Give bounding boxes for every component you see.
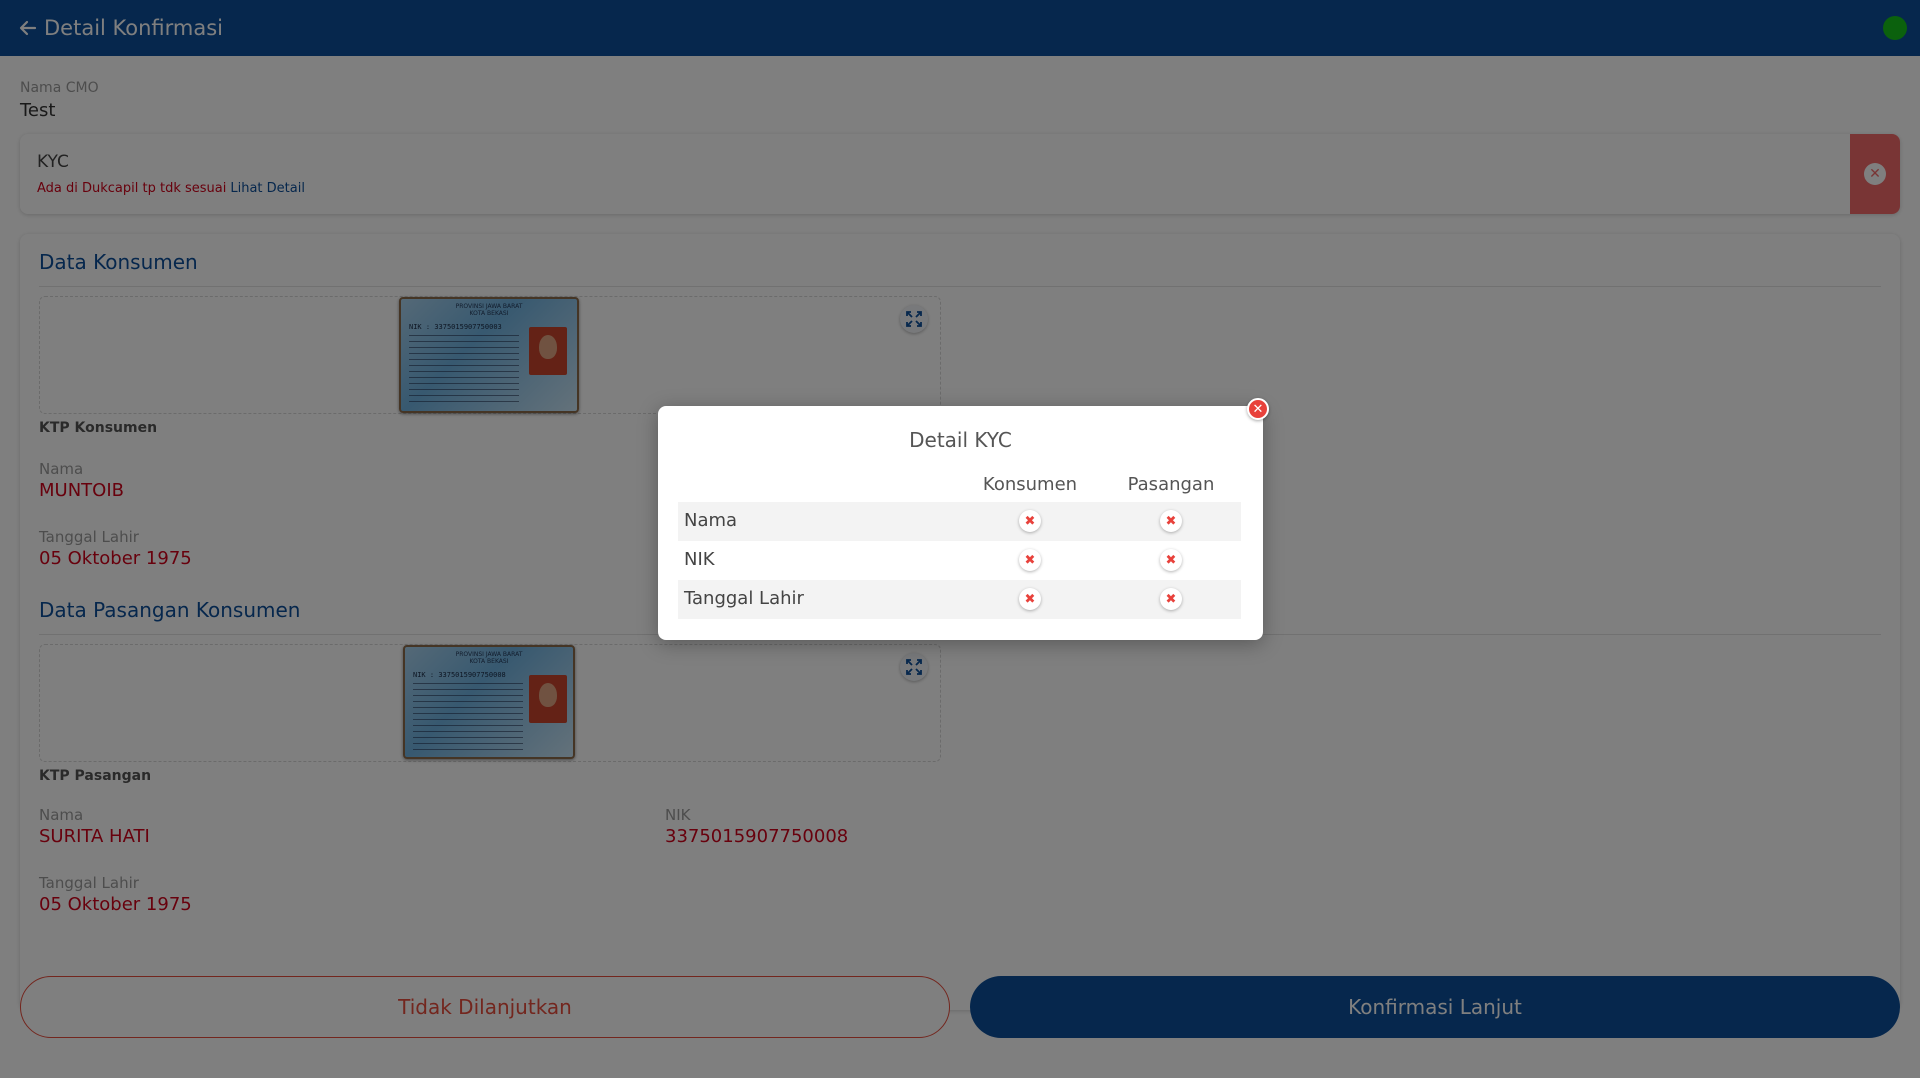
kyc-row-label: Nama bbox=[684, 510, 738, 531]
mismatch-icon: ✖ bbox=[1019, 549, 1041, 571]
column-header-pasangan: Pasangan bbox=[1127, 474, 1215, 495]
modal-title: Detail KYC bbox=[909, 428, 1012, 452]
kyc-row-nik: NIK ✖ ✖ bbox=[678, 541, 1241, 580]
mismatch-icon: ✖ bbox=[1019, 510, 1041, 532]
mismatch-icon: ✖ bbox=[1019, 588, 1041, 610]
mismatch-icon: ✖ bbox=[1160, 510, 1182, 532]
kyc-row-label: NIK bbox=[684, 549, 715, 570]
kyc-row-tanggal-lahir: Tanggal Lahir ✖ ✖ bbox=[678, 580, 1241, 619]
close-modal-button[interactable]: ✕ bbox=[1247, 398, 1269, 420]
column-header-konsumen: Konsumen bbox=[982, 474, 1078, 495]
kyc-detail-modal: ✕ Detail KYC Konsumen Pasangan Nama ✖ ✖ … bbox=[658, 398, 1269, 640]
close-icon: ✕ bbox=[1252, 401, 1264, 417]
mismatch-icon: ✖ bbox=[1160, 588, 1182, 610]
kyc-row-nama: Nama ✖ ✖ bbox=[678, 502, 1241, 541]
mismatch-icon: ✖ bbox=[1160, 549, 1182, 571]
kyc-row-label: Tanggal Lahir bbox=[684, 588, 804, 609]
